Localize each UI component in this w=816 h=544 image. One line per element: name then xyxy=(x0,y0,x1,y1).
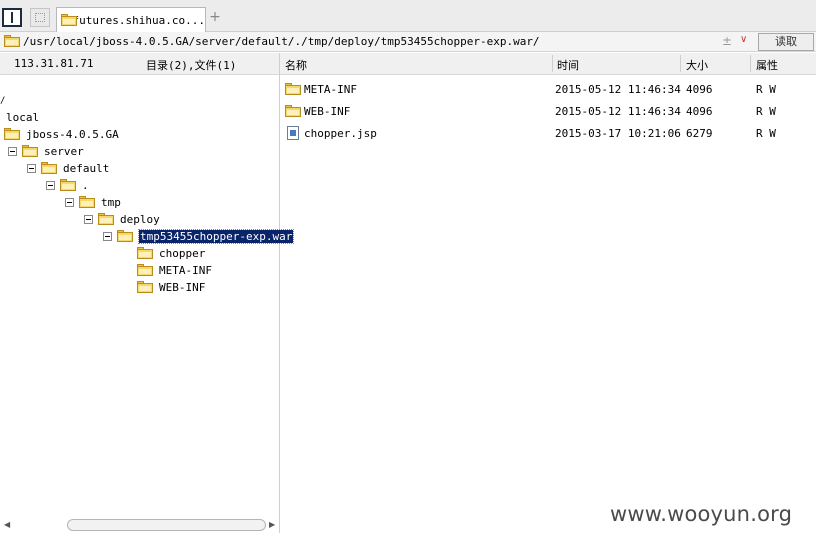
tree-item-meta-inf[interactable]: META-INF xyxy=(137,262,212,278)
file-name: WEB-INF xyxy=(304,105,351,118)
file-size: 4096 xyxy=(686,83,713,96)
folder-icon xyxy=(61,14,77,26)
jsp-file-icon xyxy=(287,126,299,140)
table-row[interactable]: chopper.jsp 2015-03-17 10:21:06 6279 R W xyxy=(280,124,816,142)
file-name: chopper.jsp xyxy=(304,127,377,140)
scroll-left-icon[interactable]: ◀ xyxy=(4,520,10,529)
file-time: 2015-05-12 11:46:34 xyxy=(555,83,681,96)
file-attr: R W xyxy=(756,127,776,140)
tree-item-server[interactable]: server xyxy=(8,143,84,159)
table-row[interactable]: WEB-INF 2015-05-12 11:46:34 4096 R W xyxy=(280,102,816,120)
column-header-size[interactable]: 大小 xyxy=(686,57,708,73)
bookmark-toggle-icon[interactable]: ± xyxy=(722,34,732,48)
collapse-icon[interactable] xyxy=(84,214,93,224)
tree-header: 113.31.81.71 目录(2),文件(1) xyxy=(0,53,279,75)
folder-icon xyxy=(22,145,38,157)
address-bar: /usr/local/jboss-4.0.5.GA/server/default… xyxy=(0,32,816,52)
column-header-name[interactable]: 名称 xyxy=(285,57,307,73)
panel-toggle-icon[interactable] xyxy=(2,8,22,27)
tree-item-jboss[interactable]: jboss-4.0.5.GA xyxy=(4,126,119,142)
folder-icon xyxy=(137,264,153,276)
item-counts: 目录(2),文件(1) xyxy=(146,59,237,72)
file-size: 4096 xyxy=(686,105,713,118)
column-divider[interactable] xyxy=(680,55,681,72)
tree-horizontal-scrollbar[interactable]: ◀ ▶ xyxy=(0,517,279,533)
file-attr: R W xyxy=(756,105,776,118)
folder-icon xyxy=(137,281,153,293)
file-list-header: 名称 时间 大小 属性 xyxy=(280,53,816,75)
tree-item-label: default xyxy=(63,161,110,175)
tree-item-label: chopper xyxy=(159,246,206,260)
file-attr: R W xyxy=(756,83,776,96)
column-header-time[interactable]: 时间 xyxy=(557,57,579,73)
tree-item-tmp[interactable]: tmp xyxy=(65,194,121,210)
file-time: 2015-03-17 10:21:06 xyxy=(555,127,681,140)
tree-item-label: server xyxy=(44,144,84,158)
host-ip: 113.31.81.71 xyxy=(14,57,94,70)
scroll-right-icon[interactable]: ▶ xyxy=(269,520,275,529)
collapse-icon[interactable] xyxy=(46,180,55,190)
collapse-icon[interactable] xyxy=(65,197,74,207)
file-name: META-INF xyxy=(304,83,357,96)
folder-icon xyxy=(137,247,153,259)
column-divider[interactable] xyxy=(750,55,751,72)
folder-icon xyxy=(41,162,57,174)
collapse-icon[interactable] xyxy=(8,146,17,156)
tab-futures[interactable]: futures.shihua.co... xyxy=(56,7,206,32)
folder-icon xyxy=(117,230,133,242)
tree-item-chopper[interactable]: chopper xyxy=(137,245,205,261)
tree-item-label-selected: tmp53455chopper-exp.war xyxy=(137,228,295,244)
tab-label: futures.shihua.co... xyxy=(72,13,205,27)
tree-item-label: META-INF xyxy=(159,263,212,277)
table-row[interactable]: META-INF 2015-05-12 11:46:34 4096 R W xyxy=(280,80,816,98)
tree-item-label: deploy xyxy=(120,212,160,226)
directory-tree: / local jboss-4.0.5.GA server default . … xyxy=(0,75,295,515)
tree-item-label: jboss-4.0.5.GA xyxy=(26,127,119,141)
tab-bar: futures.shihua.co... + xyxy=(0,0,816,32)
collapse-icon[interactable] xyxy=(103,231,112,241)
tree-item-default[interactable]: default xyxy=(27,160,109,176)
tree-item-label: local xyxy=(6,110,40,124)
tree-item-dot[interactable]: . xyxy=(46,177,89,193)
column-header-attr[interactable]: 属性 xyxy=(756,57,778,73)
tree-item-label: . xyxy=(82,178,89,192)
chevron-down-icon[interactable]: ∨ xyxy=(740,34,747,45)
tree-item-web-inf[interactable]: WEB-INF xyxy=(137,279,205,295)
folder-icon xyxy=(98,213,114,225)
folder-icon xyxy=(60,179,76,191)
blank-tab-icon[interactable] xyxy=(30,8,50,27)
tree-item-war[interactable]: tmp53455chopper-exp.war xyxy=(103,228,295,244)
collapse-icon[interactable] xyxy=(27,163,36,173)
tree-item-deploy[interactable]: deploy xyxy=(84,211,160,227)
tree-item-label: tmp xyxy=(101,195,121,209)
new-tab-button[interactable]: + xyxy=(208,9,222,25)
watermark: www.wooyun.org xyxy=(610,502,793,526)
folder-icon xyxy=(4,128,20,140)
file-size: 6279 xyxy=(686,127,713,140)
folder-icon xyxy=(79,196,95,208)
tree-item-local[interactable]: local xyxy=(6,109,39,125)
file-time: 2015-05-12 11:46:34 xyxy=(555,105,681,118)
tree-item-label: WEB-INF xyxy=(159,280,206,294)
read-button[interactable]: 读取 xyxy=(758,33,814,51)
scrollbar-thumb[interactable] xyxy=(67,519,266,531)
path-input[interactable]: /usr/local/jboss-4.0.5.GA/server/default… xyxy=(23,35,540,48)
tree-root[interactable]: / xyxy=(0,93,5,109)
column-divider[interactable] xyxy=(552,55,553,72)
